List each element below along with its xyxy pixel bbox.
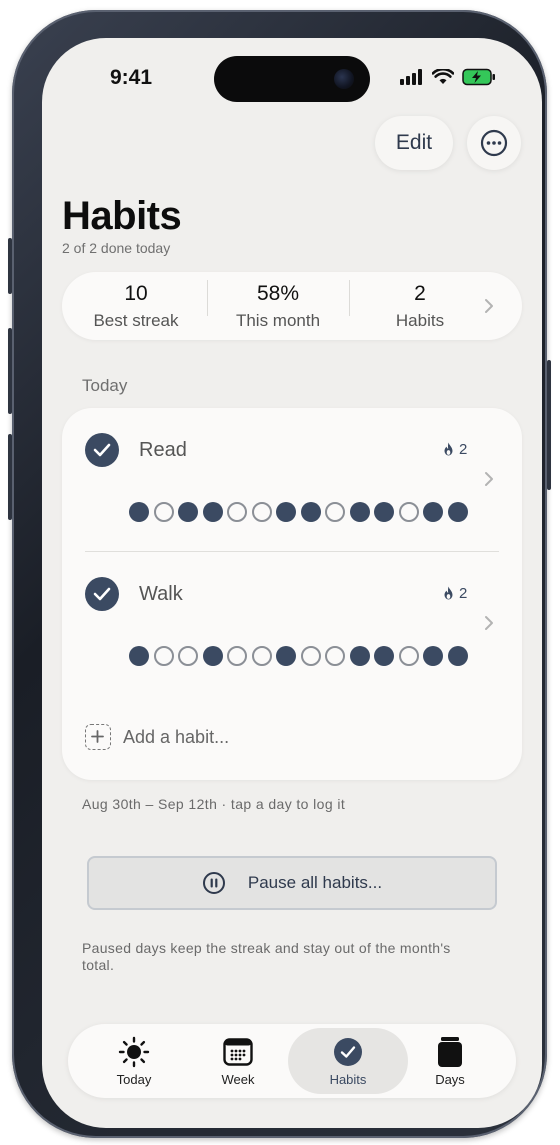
tab-label: Today — [116, 1072, 152, 1087]
tab-label: Days — [435, 1072, 465, 1087]
flame-icon — [444, 442, 453, 456]
pause-note: Paused days keep the streak and stay out… — [82, 940, 451, 973]
range-hint: Aug 30th – Sep 12th · tap a day to log i… — [82, 796, 346, 812]
stats-summary[interactable]: 10 Best streak 58% This month 2 Habits — [62, 272, 522, 340]
pause-all-label: Pause all habits... — [247, 873, 383, 892]
day-dot[interactable] — [300, 502, 321, 522]
tab-label: Week — [221, 1072, 255, 1087]
tab-today[interactable]: Today — [78, 1028, 190, 1094]
habit-row-walk[interactable]: Walk 2 — [62, 552, 522, 692]
day-dot[interactable] — [276, 502, 296, 522]
action-button — [8, 238, 12, 294]
pause-circle-icon — [202, 872, 225, 894]
habit-streak: 2 — [443, 585, 467, 602]
day-dot[interactable] — [325, 502, 345, 522]
stat-this-month: 58% This month — [208, 282, 348, 331]
day-dot[interactable] — [227, 646, 247, 666]
sun-icon — [118, 1036, 150, 1068]
day-dot[interactable] — [129, 646, 149, 666]
tab-days[interactable]: Days — [394, 1028, 506, 1094]
section-label-today: Today — [82, 376, 128, 395]
chevron-right-icon[interactable] — [484, 471, 494, 487]
stat-label: Habits — [395, 311, 445, 330]
day-dot[interactable] — [374, 502, 394, 522]
chevron-right-icon — [485, 299, 493, 313]
page-title: Habits — [62, 194, 182, 238]
calendar-icon — [223, 1038, 253, 1066]
day-dot[interactable] — [325, 646, 345, 666]
volume-up-button — [8, 328, 12, 414]
stat-habits: 2 Habits — [350, 282, 490, 331]
chevron-right-icon[interactable] — [484, 615, 494, 631]
day-dot[interactable] — [398, 502, 419, 522]
habit-name: Walk — [139, 583, 183, 605]
day-dot[interactable] — [153, 502, 174, 522]
jar-icon — [438, 1037, 462, 1067]
stat-value: 2 — [414, 282, 426, 305]
wifi-icon — [432, 69, 454, 84]
day-dot[interactable] — [447, 502, 468, 522]
day-dot[interactable] — [178, 646, 198, 666]
edit-button[interactable]: Edit — [375, 116, 453, 170]
stat-label: Best streak — [93, 311, 179, 330]
phone-frame: 9:41 Edit Habits 2 of 2 done today 10 Be… — [8, 10, 551, 1138]
stat-label: This month — [235, 311, 321, 330]
tab-label: Habits — [329, 1072, 367, 1087]
signal-icon — [400, 69, 422, 85]
stat-best-streak: 10 Best streak — [66, 282, 206, 331]
day-dot[interactable] — [202, 646, 223, 666]
day-dot[interactable] — [276, 646, 296, 666]
ellipsis-circle-icon — [480, 129, 508, 157]
power-button — [547, 360, 551, 490]
page-subtitle: 2 of 2 done today — [62, 240, 171, 256]
tab-week[interactable]: Week — [182, 1028, 294, 1094]
habits-card: Read 2 Walk 2 Add a habit... — [62, 408, 522, 780]
streak-count: 2 — [459, 585, 468, 602]
pause-all-button[interactable]: Pause all habits... — [87, 856, 497, 910]
day-dot[interactable] — [300, 646, 321, 666]
habit-row-read[interactable]: Read 2 — [62, 408, 522, 548]
day-dot[interactable] — [423, 646, 443, 666]
day-dot[interactable] — [153, 646, 174, 666]
checkmark-circle-icon — [334, 1038, 362, 1066]
tab-habits[interactable]: Habits — [288, 1028, 408, 1094]
dynamic-island — [214, 56, 370, 102]
day-dots — [129, 646, 468, 666]
add-dashed-icon — [85, 724, 111, 750]
day-dot[interactable] — [178, 502, 198, 522]
habit-name: Read — [139, 439, 187, 461]
habit-done-checkbox[interactable] — [85, 433, 119, 467]
day-dot[interactable] — [227, 502, 247, 522]
more-button[interactable] — [467, 116, 521, 170]
add-habit-label: Add a habit... — [123, 726, 230, 747]
status-icons — [400, 68, 496, 86]
day-dot[interactable] — [374, 646, 394, 666]
stat-value: 58% — [256, 282, 300, 305]
day-dot[interactable] — [398, 646, 419, 666]
battery-charging-icon — [462, 68, 495, 86]
habit-streak: 2 — [443, 441, 467, 458]
screen: 9:41 Edit Habits 2 of 2 done today 10 Be… — [42, 38, 542, 1128]
day-dot[interactable] — [447, 646, 468, 666]
streak-count: 2 — [459, 441, 468, 458]
day-dot[interactable] — [423, 502, 443, 522]
day-dot[interactable] — [202, 502, 223, 522]
day-dot[interactable] — [349, 502, 370, 522]
day-dot[interactable] — [251, 646, 272, 666]
day-dots — [129, 502, 468, 522]
habit-done-checkbox[interactable] — [85, 577, 119, 611]
day-dot[interactable] — [129, 502, 149, 522]
checkmark-icon — [93, 443, 111, 457]
stat-value: 10 — [124, 282, 148, 305]
day-dot[interactable] — [349, 646, 370, 666]
day-dot[interactable] — [251, 502, 272, 522]
tab-bar: Today Week Habits Days — [68, 1024, 516, 1098]
status-time: 9:41 — [110, 66, 153, 89]
add-habit-button[interactable]: Add a habit... — [85, 724, 229, 750]
volume-down-button — [8, 434, 12, 520]
flame-icon — [444, 586, 453, 600]
checkmark-icon — [93, 587, 111, 601]
